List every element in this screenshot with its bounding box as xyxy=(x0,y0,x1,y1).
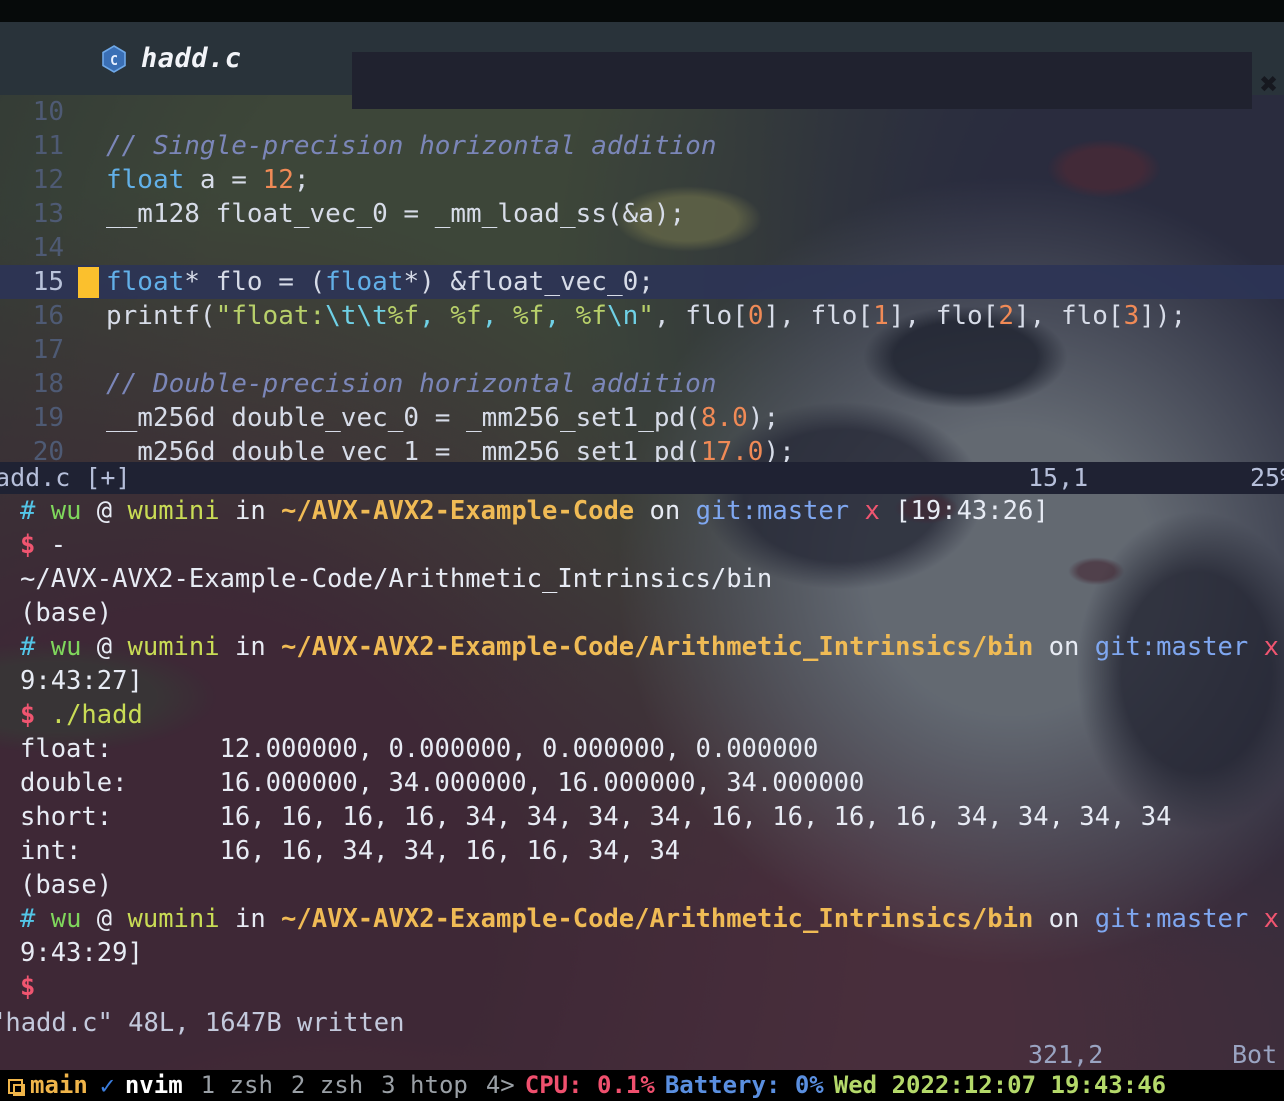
line-number: 11 xyxy=(32,131,64,161)
line-number: 16 xyxy=(32,301,64,331)
tmux-window-nvim[interactable]: nvim xyxy=(125,1070,183,1101)
c-file-icon: C xyxy=(101,44,127,73)
ruler-position: 321,2 xyxy=(1028,1040,1104,1069)
line-number: 15 xyxy=(32,267,64,297)
code-text: __m256d double_vec_0 = _mm256_set1_pd(8.… xyxy=(106,403,780,433)
tmux-session[interactable]: main xyxy=(0,1070,88,1101)
code-editor-buffer[interactable]: 10 11 // Single-precision horizontal addit… xyxy=(0,95,1284,462)
line-number: 14 xyxy=(32,233,64,263)
statusline-position: 15,1 xyxy=(1028,463,1089,492)
line-number: 12 xyxy=(32,165,64,195)
vim-statusline: hadd.c [+] 15,1 25% xyxy=(0,462,1284,494)
window-stack-icon xyxy=(8,1079,25,1096)
code-line[interactable]: 15 float* flo = (float*) &float_vec_0; xyxy=(0,265,1284,299)
tmux-datetime: Wed 2022:12:07 19:43:46 xyxy=(833,1071,1167,1099)
code-line[interactable]: 13 __m128 float_vec_0 = _mm_load_ss(&a); xyxy=(0,197,1284,231)
command-line: $ - xyxy=(0,528,1284,562)
code-text: printf("float:\t\t%f, %f, %f, %f\n", flo… xyxy=(106,301,1187,331)
check-icon: ✓ xyxy=(99,1071,115,1100)
tmux-window-list[interactable]: 1 zsh 2 zsh 3 htop 4> xyxy=(183,1070,515,1101)
code-line[interactable]: 20 __m256d double_vec_1 = _mm256_set1_pd(… xyxy=(0,435,1284,462)
command-line: $ ./hadd xyxy=(20,700,143,730)
tmux-window-item[interactable]: 2 zsh xyxy=(273,1070,363,1101)
nvim-tabline: C hadd.c ✖ xyxy=(0,22,1284,109)
tmux-window-item[interactable]: 1 zsh xyxy=(183,1070,273,1101)
output-line: short: 16, 16, 16, 16, 34, 34, 34, 34, 1… xyxy=(20,802,1172,832)
prompt-line: # wu @ wumini in ~/AVX-AVX2-Example-Code… xyxy=(20,496,1049,526)
prompt-wrap-line: 9:43:29] xyxy=(20,938,143,968)
prompt-wrap-line: 9:43:27] xyxy=(20,666,143,696)
close-icon[interactable]: ✖ xyxy=(1260,70,1278,100)
code-line[interactable]: 17 xyxy=(0,333,1284,367)
code-text: float a = 12; xyxy=(106,165,310,195)
tab-filename: hadd.c xyxy=(141,43,242,74)
tmux-window-item[interactable]: 3 htop xyxy=(363,1070,468,1101)
output-line: float: 12.000000, 0.000000, 0.000000, 0.… xyxy=(20,734,819,764)
code-line[interactable]: 18 // Double-precision horizontal additio… xyxy=(0,367,1284,401)
tmux-window-item[interactable]: 4> xyxy=(468,1070,515,1101)
code-line[interactable]: 14 xyxy=(0,231,1284,265)
code-line[interactable]: 16 printf("float:\t\t%f, %f, %f, %f\n", f… xyxy=(0,299,1284,333)
prompt-line: # wu @ wumini in ~/AVX-AVX2-Example-Code… xyxy=(20,632,1279,662)
output-line: (base) xyxy=(20,870,113,900)
code-text: // Double-precision horizontal addition xyxy=(106,369,717,399)
line-number: 19 xyxy=(32,403,64,433)
code-text: __m128 float_vec_0 = _mm_load_ss(&a); xyxy=(106,199,686,229)
line-number: 10 xyxy=(32,97,64,127)
top-black-strip xyxy=(0,0,1284,22)
tabline-filler xyxy=(352,52,1252,109)
code-line[interactable]: 19 __m256d double_vec_0 = _mm256_set1_pd(… xyxy=(0,401,1284,435)
ruler-scroll: Bot xyxy=(1232,1040,1278,1069)
output-line: int: 16, 16, 34, 34, 16, 16, 34, 34 xyxy=(20,836,681,866)
line-number: 13 xyxy=(32,199,64,229)
code-line[interactable]: 11 // Single-precision horizontal additio… xyxy=(0,129,1284,163)
code-text: __m256d double_vec_1 = _mm256_set1_pd(17… xyxy=(106,437,795,462)
terminal-window: C hadd.c ✖ 10 11 // Single-precision horiz… xyxy=(0,0,1284,1101)
output-line: (base) xyxy=(20,598,113,628)
line-number: 18 xyxy=(32,369,64,399)
tmux-cpu-status: CPU: 0.1% xyxy=(524,1071,655,1099)
statusline-percent: 25% xyxy=(1250,463,1284,492)
code-text: float* flo = (float*) &float_vec_0; xyxy=(106,267,654,297)
output-line: ~/AVX-AVX2-Example-Code/Arithmetic_Intri… xyxy=(20,564,773,594)
vim-message-line: "hadd.c" 48L, 1647B written xyxy=(0,1008,405,1038)
code-text: // Single-precision horizontal addition xyxy=(106,131,717,161)
vim-bottom-ruler: 321,2 Bot xyxy=(0,1040,1284,1070)
output-line: double: 16.000000, 34.000000, 16.000000,… xyxy=(20,768,865,798)
statusline-filename: hadd.c [+] xyxy=(0,463,131,492)
line-number: 20 xyxy=(32,437,64,462)
terminal-output[interactable]: # wu @ wumini in ~/AVX-AVX2-Example-Code… xyxy=(0,494,1284,1070)
code-line[interactable]: 12 float a = 12; xyxy=(0,163,1284,197)
tmux-battery-status: Battery: 0% xyxy=(664,1071,824,1099)
cursor-gutter-block xyxy=(78,267,99,298)
line-number: 17 xyxy=(32,335,64,365)
prompt-line: # wu @ wumini in ~/AVX-AVX2-Example-Code… xyxy=(20,904,1279,934)
tmux-session-label: main xyxy=(30,1071,88,1099)
command-line: $ xyxy=(20,972,36,1002)
tmux-status-bar: main ✓ nvim 1 zsh 2 zsh 3 htop 4> CPU: 0.1%… xyxy=(0,1070,1284,1101)
svg-text:C: C xyxy=(110,54,118,69)
